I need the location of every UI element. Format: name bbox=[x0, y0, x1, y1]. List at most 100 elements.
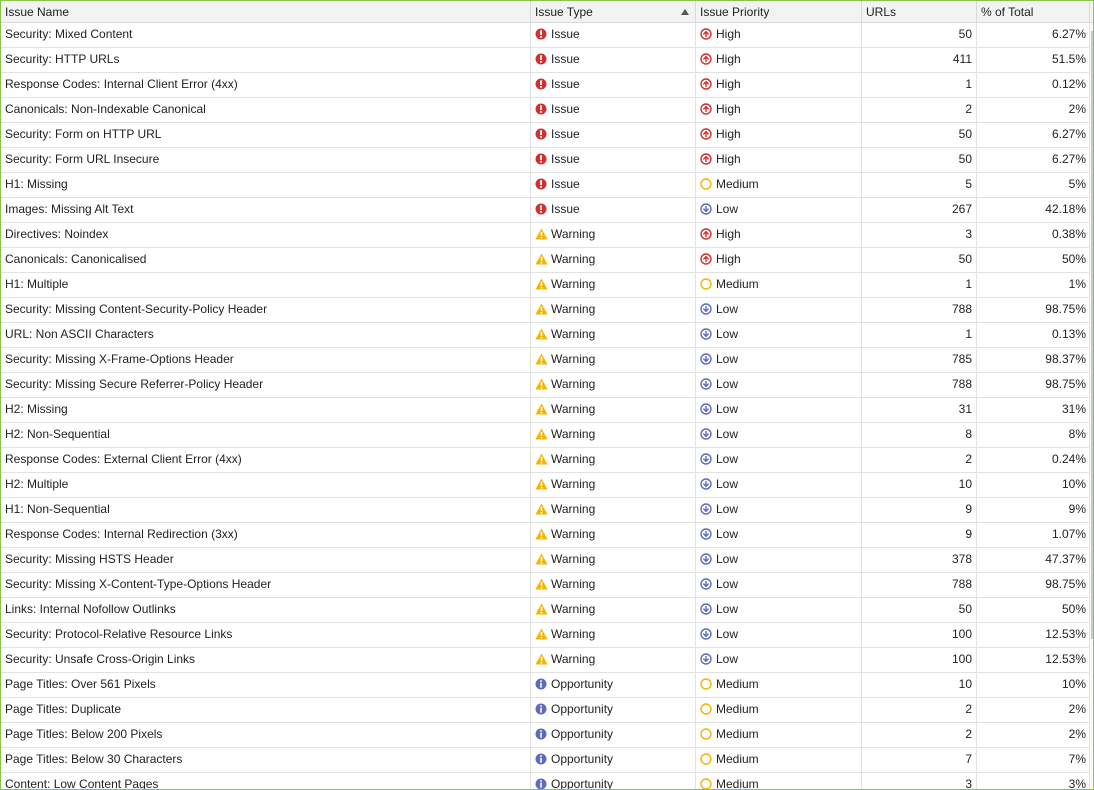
table-row[interactable]: Images: Missing Alt Text Issue Low 267 42.18… bbox=[1, 198, 1093, 223]
priority-low-icon bbox=[700, 453, 712, 465]
issue-type-label: Warning bbox=[551, 627, 596, 641]
issue-name-cell: Response Codes: External Client Error (4… bbox=[1, 448, 531, 472]
priority-low-icon bbox=[700, 503, 712, 515]
table-row[interactable]: Security: Missing X-Content-Type-Options… bbox=[1, 573, 1093, 598]
issue-type-label: Warning bbox=[551, 652, 596, 666]
issue-priority-label: Medium bbox=[716, 727, 759, 741]
priority-low-icon bbox=[700, 353, 712, 365]
urls-cell: 5 bbox=[862, 173, 977, 197]
issue-priority-cell: Low bbox=[696, 648, 862, 672]
table-row[interactable]: Page Titles: Over 561 Pixels Opportunity M… bbox=[1, 673, 1093, 698]
pct-total-cell: 6.27% bbox=[977, 123, 1090, 147]
warning-icon bbox=[535, 303, 548, 315]
issue-name-cell: H2: Multiple bbox=[1, 473, 531, 497]
column-header-issue-type[interactable]: Issue Type bbox=[531, 1, 696, 22]
urls-cell: 50 bbox=[862, 248, 977, 272]
issue-priority-label: Low bbox=[716, 327, 739, 341]
table-row[interactable]: Security: Form URL Insecure Issue High 50 6.… bbox=[1, 148, 1093, 173]
issue-name-cell: Response Codes: Internal Redirection (3x… bbox=[1, 523, 531, 547]
table-row[interactable]: Security: Missing X-Frame-Options Header… bbox=[1, 348, 1093, 373]
issue-type-cell: Warning bbox=[531, 348, 696, 372]
issue-priority-label: Medium bbox=[716, 752, 759, 766]
issue-type-label: Warning bbox=[551, 427, 596, 441]
pct-total-cell: 42.18% bbox=[977, 198, 1090, 222]
urls-cell: 411 bbox=[862, 48, 977, 72]
table-row[interactable]: H2: Multiple Warning Low 10 10% bbox=[1, 473, 1093, 498]
column-header-issue-priority[interactable]: Issue Priority bbox=[696, 1, 862, 22]
issue-name-cell: H1: Non-Sequential bbox=[1, 498, 531, 522]
column-header-urls[interactable]: URLs bbox=[862, 1, 977, 22]
issue-name-cell: H1: Missing bbox=[1, 173, 531, 197]
issue-priority-label: Medium bbox=[716, 277, 759, 291]
priority-low-icon bbox=[700, 553, 712, 565]
warning-icon bbox=[535, 253, 548, 265]
table-row[interactable]: Security: Mixed Content Issue High 50 6.27% bbox=[1, 23, 1093, 48]
priority-low-icon bbox=[700, 603, 712, 615]
table-row[interactable]: Security: Missing Content-Security-Polic… bbox=[1, 298, 1093, 323]
pct-total-cell: 50% bbox=[977, 248, 1090, 272]
issue-type-cell: Warning bbox=[531, 323, 696, 347]
issue-type-cell: Issue bbox=[531, 48, 696, 72]
issue-priority-cell: Low bbox=[696, 373, 862, 397]
table-row[interactable]: Page Titles: Below 30 Characters Opportun… bbox=[1, 748, 1093, 773]
table-row[interactable]: H2: Missing Warning Low 31 31% bbox=[1, 398, 1093, 423]
table-row[interactable]: Response Codes: External Client Error (4… bbox=[1, 448, 1093, 473]
pct-total-cell: 98.75% bbox=[977, 373, 1090, 397]
table-row[interactable]: Canonicals: Canonicalised Warning High 50 50… bbox=[1, 248, 1093, 273]
issue-name-cell: Security: Missing X-Content-Type-Options… bbox=[1, 573, 531, 597]
table-row[interactable]: H1: Multiple Warning Medium 1 1% bbox=[1, 273, 1093, 298]
table-row[interactable]: Links: Internal Nofollow Outlinks Warning… bbox=[1, 598, 1093, 623]
pct-total-cell: 6.27% bbox=[977, 148, 1090, 172]
table-row[interactable]: Response Codes: Internal Redirection (3x… bbox=[1, 523, 1093, 548]
issue-priority-label: High bbox=[716, 127, 741, 141]
issue-type-cell: Warning bbox=[531, 498, 696, 522]
table-row[interactable]: Page Titles: Duplicate Opportunity Medium 2… bbox=[1, 698, 1093, 723]
table-row[interactable]: Content: Low Content Pages Opportunity Med… bbox=[1, 773, 1093, 790]
urls-cell: 1 bbox=[862, 273, 977, 297]
table-row[interactable]: Security: HTTP URLs Issue High 411 51.5% bbox=[1, 48, 1093, 73]
issue-type-label: Warning bbox=[551, 502, 596, 516]
issue-priority-cell: Medium bbox=[696, 773, 862, 789]
table-row[interactable]: Directives: Noindex Warning High 3 0.38% bbox=[1, 223, 1093, 248]
urls-cell: 7 bbox=[862, 748, 977, 772]
column-header-pct-total[interactable]: % of Total bbox=[977, 1, 1090, 22]
urls-cell: 9 bbox=[862, 523, 977, 547]
warning-icon bbox=[535, 628, 548, 640]
table-row[interactable]: Security: Unsafe Cross-Origin Links Warni… bbox=[1, 648, 1093, 673]
issue-type-cell: Opportunity bbox=[531, 748, 696, 772]
info-icon bbox=[535, 703, 547, 715]
table-row[interactable]: H1: Non-Sequential Warning Low 9 9% bbox=[1, 498, 1093, 523]
info-icon bbox=[535, 678, 547, 690]
urls-cell: 3 bbox=[862, 223, 977, 247]
issues-table: Issue Name Issue Type Issue Priority URL… bbox=[0, 0, 1094, 790]
urls-cell: 10 bbox=[862, 473, 977, 497]
table-row[interactable]: H2: Non-Sequential Warning Low 8 8% bbox=[1, 423, 1093, 448]
issue-priority-cell: Low bbox=[696, 323, 862, 347]
priority-medium-icon bbox=[700, 178, 712, 190]
table-row[interactable]: H1: Missing Issue Medium 5 5% bbox=[1, 173, 1093, 198]
issue-priority-label: Low bbox=[716, 602, 739, 616]
issue-name-cell: URL: Non ASCII Characters bbox=[1, 323, 531, 347]
urls-cell: 2 bbox=[862, 448, 977, 472]
issue-type-label: Opportunity bbox=[551, 777, 614, 790]
priority-medium-icon bbox=[700, 728, 712, 740]
table-row[interactable]: Security: Form on HTTP URL Issue High 50 6.2… bbox=[1, 123, 1093, 148]
priority-high-icon bbox=[700, 28, 712, 40]
table-row[interactable]: Page Titles: Below 200 Pixels Opportunity… bbox=[1, 723, 1093, 748]
pct-total-cell: 98.75% bbox=[977, 298, 1090, 322]
info-icon bbox=[535, 778, 547, 789]
column-header-issue-name[interactable]: Issue Name bbox=[1, 1, 531, 22]
table-row[interactable]: URL: Non ASCII Characters Warning Low 1 0.13… bbox=[1, 323, 1093, 348]
issue-priority-label: Low bbox=[716, 577, 739, 591]
issue-type-cell: Issue bbox=[531, 198, 696, 222]
table-row[interactable]: Security: Protocol-Relative Resource Lin… bbox=[1, 623, 1093, 648]
issue-priority-cell: Low bbox=[696, 548, 862, 572]
pct-total-cell: 2% bbox=[977, 698, 1090, 722]
issue-type-cell: Warning bbox=[531, 648, 696, 672]
table-row[interactable]: Security: Missing Secure Referrer-Policy… bbox=[1, 373, 1093, 398]
table-row[interactable]: Security: Missing HSTS Header Warning Low 3… bbox=[1, 548, 1093, 573]
issue-type-cell: Warning bbox=[531, 448, 696, 472]
urls-cell: 1 bbox=[862, 73, 977, 97]
table-row[interactable]: Canonicals: Non-Indexable Canonical Issue… bbox=[1, 98, 1093, 123]
table-row[interactable]: Response Codes: Internal Client Error (4… bbox=[1, 73, 1093, 98]
